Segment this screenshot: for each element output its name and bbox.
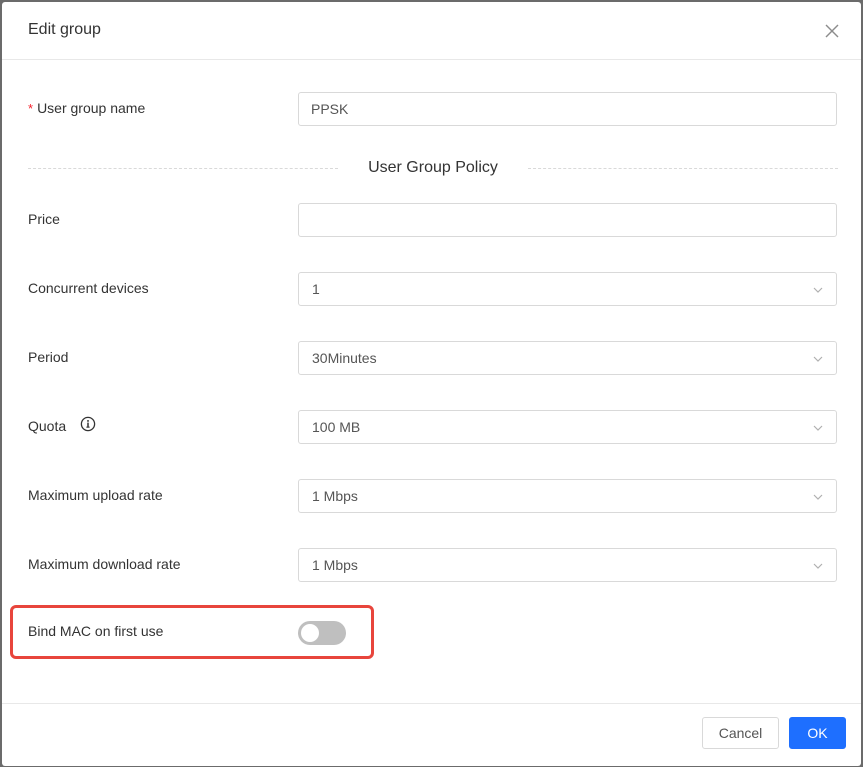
chevron-down-icon xyxy=(812,560,824,572)
user-group-name-row: * User group name xyxy=(28,92,838,126)
required-mark: * xyxy=(28,101,34,116)
chevron-down-icon xyxy=(812,284,824,296)
quota-label: Quota xyxy=(28,416,96,435)
close-icon xyxy=(825,24,839,38)
concurrent-devices-row: Concurrent devices 1 xyxy=(28,272,838,306)
highlight-annotation xyxy=(10,605,374,659)
max-download-row: Maximum download rate 1 Mbps xyxy=(28,548,838,582)
quota-row: Quota 100 MB xyxy=(28,410,838,444)
max-upload-row: Maximum upload rate 1 Mbps xyxy=(28,479,838,513)
concurrent-devices-label: Concurrent devices xyxy=(28,280,149,296)
edit-group-dialog: Edit group *User group name User Group P… xyxy=(2,2,861,766)
period-label: Period xyxy=(28,349,69,365)
price-label: Price xyxy=(28,211,60,227)
user-group-name-label: * User group name xyxy=(28,100,145,116)
price-field xyxy=(298,203,837,237)
max-upload-select[interactable]: 1 Mbps xyxy=(298,479,837,513)
concurrent-devices-select[interactable]: 1 xyxy=(298,272,837,306)
user-group-name-field xyxy=(298,92,837,126)
dialog-body: *User group name User Group Policy Price… xyxy=(2,60,861,703)
period-select[interactable]: 30Minutes xyxy=(298,341,837,375)
dialog-footer: Cancel OK xyxy=(2,703,861,766)
dialog-header: Edit group xyxy=(2,2,861,60)
ok-button[interactable]: OK xyxy=(789,717,846,749)
dialog-title: Edit group xyxy=(28,21,101,38)
policy-section-divider: User Group Policy xyxy=(28,156,838,180)
divider-line-right xyxy=(528,168,838,169)
quota-select[interactable]: 100 MB xyxy=(298,410,837,444)
chevron-down-icon xyxy=(812,353,824,365)
concurrent-devices-value: 1 xyxy=(312,281,320,297)
period-row: Period 30Minutes xyxy=(28,341,838,375)
user-group-name-input[interactable] xyxy=(299,93,836,125)
close-button[interactable] xyxy=(821,20,843,42)
price-input[interactable] xyxy=(299,204,836,236)
max-upload-value: 1 Mbps xyxy=(312,488,358,504)
chevron-down-icon xyxy=(812,491,824,503)
quota-value: 100 MB xyxy=(312,419,361,435)
info-icon[interactable] xyxy=(80,416,96,435)
quota-label-text: Quota xyxy=(28,418,67,434)
chevron-down-icon xyxy=(812,422,824,434)
user-group-name-label-text: User group name xyxy=(37,100,146,116)
period-value: 30Minutes xyxy=(312,350,377,366)
max-upload-label: Maximum upload rate xyxy=(28,487,163,503)
price-row: Price xyxy=(28,203,838,237)
max-download-select[interactable]: 1 Mbps xyxy=(298,548,837,582)
max-download-label: Maximum download rate xyxy=(28,556,181,572)
cancel-button[interactable]: Cancel xyxy=(702,717,779,749)
max-download-value: 1 Mbps xyxy=(312,557,358,573)
